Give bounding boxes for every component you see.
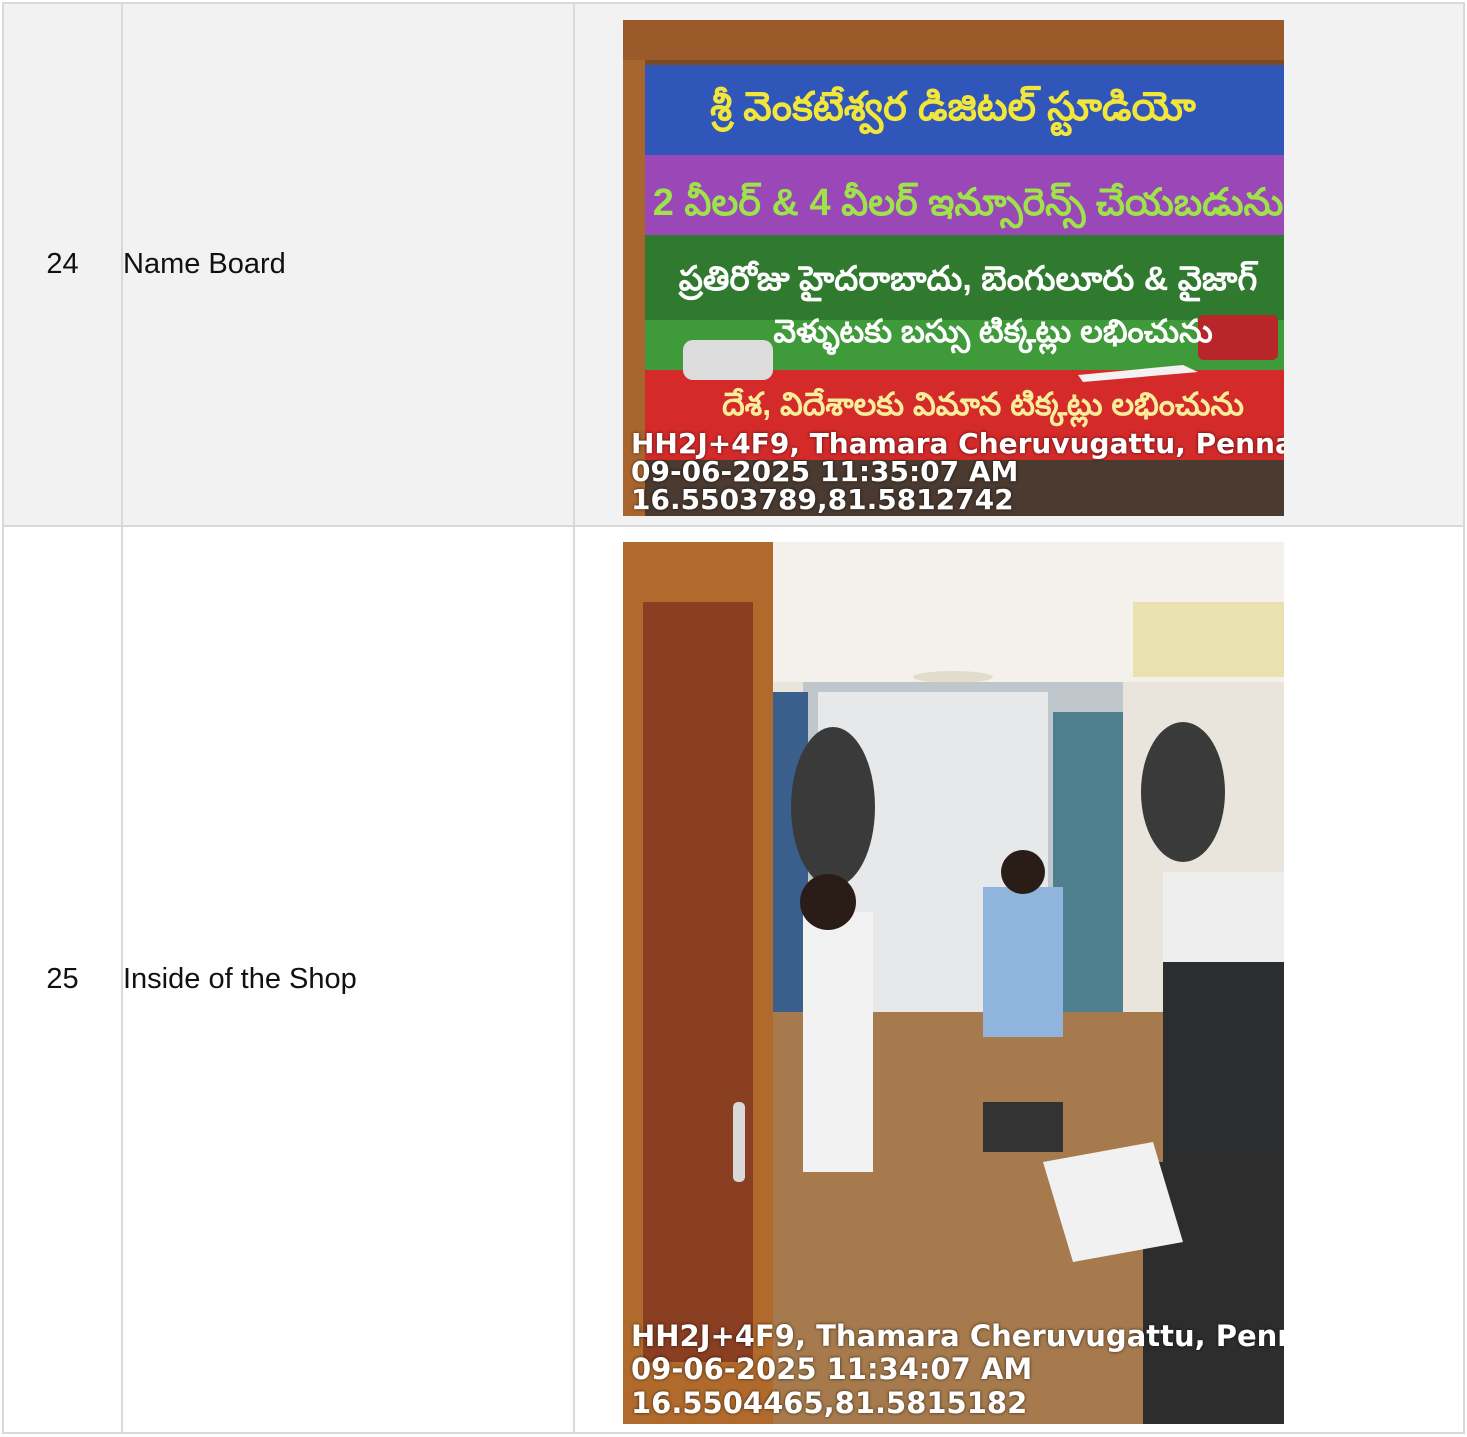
photo-cell: HH2J+4F9, Thamara Cheruvugattu, Pennada …: [573, 525, 1465, 1434]
serial-number-cell: 25: [2, 525, 123, 1434]
sign-line-2: 2 వీలర్ & 4 వీలర్ ఇన్సూరెన్స్ చేయబడును: [653, 181, 1284, 229]
description-cell: Inside of the Shop: [121, 525, 575, 1434]
photo-geotag: HH2J+4F9, Thamara Cheruvugattu, Pennada …: [631, 430, 1284, 514]
table-row: 24 Name Board శ్రీ వెంకటేశ్వర డిజిటల్ స్…: [2, 2, 1465, 527]
sign-line-3: ప్రతిరోజు హైదరాబాదు, బెంగులూరు & వైజాగ్: [678, 260, 1259, 302]
geotag-address: HH2J+4F9, Thamara Cheruvugattu, Pennada: [631, 1318, 1284, 1353]
geotag-address: HH2J+4F9, Thamara Cheruvugattu, Pennada: [631, 427, 1284, 460]
geotag-coordinates: 16.5504465,81.5815182: [631, 1385, 1028, 1420]
geotag-coordinates: 16.5503789,81.5812742: [631, 483, 1014, 516]
table-row: 25 Inside of the Shop HH2J+4F9, Thamara …: [2, 525, 1465, 1434]
report-table: 24 Name Board శ్రీ వెంకటేశ్వర డిజిటల్ స్…: [2, 2, 1465, 1434]
serial-number-cell: 24: [2, 2, 123, 527]
shop-interior-photo: HH2J+4F9, Thamara Cheruvugattu, Pennada …: [623, 542, 1284, 1424]
sign-line-5: దేశ, విదేశాలకు విమాన టిక్కట్లు లభించును: [722, 386, 1244, 428]
shop-interior-image: [623, 542, 1284, 1424]
sign-line-4: వెళ్ళుటకు బస్సు టిక్కట్లు లభించును: [773, 313, 1212, 355]
geotag-datetime: 09-06-2025 11:35:07 AM: [631, 455, 1019, 488]
geotag-datetime: 09-06-2025 11:34:07 AM: [631, 1352, 1033, 1387]
photo-geotag: HH2J+4F9, Thamara Cheruvugattu, Pennada …: [631, 1318, 1284, 1420]
photo-cell: శ్రీ వెంకటేశ్వర డిజిటల్ స్టూడియో 2 వీలర్…: [573, 2, 1465, 527]
description-cell: Name Board: [121, 2, 575, 527]
name-board-photo: శ్రీ వెంకటేశ్వర డిజిటల్ స్టూడియో 2 వీలర్…: [623, 20, 1284, 516]
